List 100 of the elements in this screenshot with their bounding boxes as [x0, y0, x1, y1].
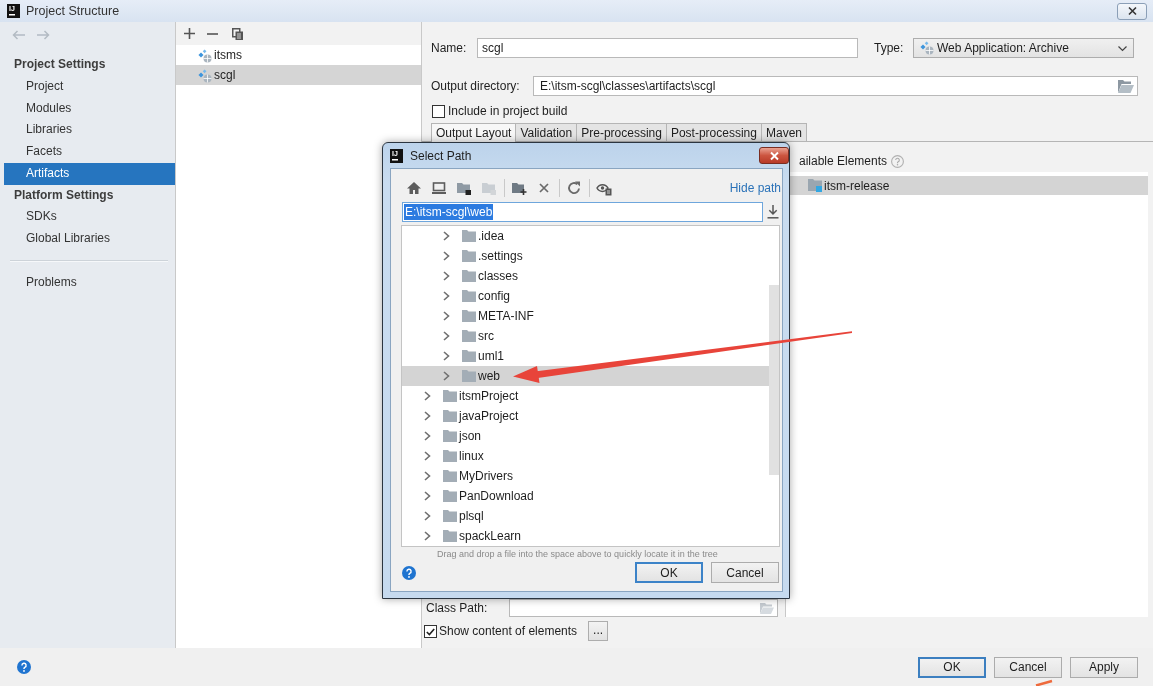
field-label: Output directory:	[431, 79, 521, 93]
tree-item[interactable]: plsql	[402, 506, 769, 526]
chevron-icon[interactable]	[443, 271, 450, 281]
checkbox[interactable]	[432, 104, 445, 118]
folder-icon	[462, 250, 476, 262]
close-icon	[1127, 7, 1137, 15]
chevron-icon[interactable]	[424, 531, 431, 541]
folder-icon	[443, 430, 457, 442]
sidebar-item[interactable]: Libraries	[4, 119, 175, 141]
tree-item[interactable]: .idea	[402, 226, 769, 246]
diamond-globe-icon	[920, 41, 934, 55]
folder-icon	[462, 370, 476, 382]
help-icon[interactable]	[17, 660, 31, 674]
ok-button[interactable]: OK	[635, 562, 703, 583]
tree-item[interactable]: .settings	[402, 246, 769, 266]
sidebar-item[interactable]: Artifacts	[4, 162, 175, 185]
folder-icon	[462, 310, 476, 322]
output-directory-field[interactable]: E:\itsm-scgl\classes\artifacts\scgl	[533, 76, 1138, 96]
folder-icon	[462, 290, 476, 302]
folder-icon	[443, 510, 457, 522]
chevron-icon[interactable]	[443, 311, 450, 321]
folder-icon	[808, 179, 822, 192]
monitor-icon[interactable]	[431, 180, 447, 196]
chevron-icon[interactable]	[443, 231, 450, 241]
cancel-button[interactable]: Cancel	[994, 656, 1062, 678]
chevron-icon[interactable]	[424, 511, 431, 521]
chevron-icon[interactable]	[443, 291, 450, 301]
tree-item[interactable]: javaProject	[402, 406, 769, 426]
tab[interactable]: Pre-processing	[576, 123, 667, 141]
close-button[interactable]	[1117, 2, 1147, 20]
chevron-icon[interactable]	[443, 331, 450, 341]
chevron-icon[interactable]	[424, 391, 431, 401]
new-folder-icon[interactable]	[511, 180, 527, 196]
folder-icon	[443, 530, 457, 542]
more-button[interactable]: ...	[588, 621, 609, 641]
artifact-item[interactable]: scgl	[176, 65, 421, 85]
checkbox[interactable]	[424, 625, 437, 638]
tree-item[interactable]: META-INF	[402, 306, 769, 326]
home-icon[interactable]	[406, 180, 422, 196]
checkbox-label: Include in project build	[448, 104, 568, 118]
sidebar-item[interactable]: Facets	[4, 141, 175, 163]
folder-icon	[462, 350, 476, 362]
tree-item[interactable]: config	[402, 286, 769, 306]
tree-item[interactable]: classes	[402, 266, 769, 286]
folder-icon	[443, 410, 457, 422]
hint-text: Drag and drop a file into the space above to quickly locate it in the tree	[436, 548, 719, 560]
tab[interactable]: Maven	[760, 123, 807, 141]
tree-item[interactable]: spackLearn	[402, 526, 769, 546]
tab[interactable]: Validation	[515, 123, 578, 141]
field-label: Class Path:	[426, 601, 489, 615]
tree-item[interactable]: PanDownload	[402, 486, 769, 506]
chevron-icon[interactable]	[443, 351, 450, 361]
add-icon[interactable]	[184, 28, 195, 39]
dialog-title: Select Path	[410, 148, 472, 163]
folder-icon[interactable]	[456, 180, 472, 196]
tree-item[interactable]: src	[402, 326, 769, 346]
name-field[interactable]: scgl	[477, 38, 858, 58]
folder-icon	[443, 490, 457, 502]
diamond-globe-icon	[198, 68, 211, 82]
help-icon[interactable]	[402, 565, 416, 580]
cancel-button[interactable]: Cancel	[711, 562, 779, 583]
chevron-icon[interactable]	[424, 411, 431, 421]
tab[interactable]: Output Layout	[431, 123, 517, 142]
download-icon[interactable]	[767, 205, 779, 219]
chevron-icon[interactable]	[424, 491, 431, 501]
chevron-icon[interactable]	[424, 471, 431, 481]
scrollbar-thumb[interactable]	[769, 285, 779, 475]
chevron-icon[interactable]	[424, 431, 431, 441]
sidebar-item[interactable]: Problems	[4, 271, 175, 294]
field-label: Name:	[431, 41, 468, 55]
refresh-icon[interactable]	[566, 180, 582, 196]
tree-item[interactable]: itsmProject	[402, 386, 769, 406]
close-button[interactable]	[759, 147, 789, 164]
apply-button[interactable]: Apply	[1070, 656, 1138, 678]
tree-item[interactable]: uml1	[402, 346, 769, 366]
tab[interactable]: Post-processing	[665, 123, 762, 141]
remove-icon[interactable]	[207, 32, 218, 35]
checkbox-label: Show content of elements	[439, 623, 578, 640]
annotation-stroke	[1035, 679, 1053, 686]
hide-path-link[interactable]: Hide path	[729, 181, 781, 195]
sidebar-item[interactable]: Project	[4, 75, 175, 98]
artifact-item[interactable]: itsms	[176, 45, 421, 65]
type-dropdown[interactable]: Web Application: Archive	[913, 38, 1134, 58]
chevron-icon[interactable]	[424, 451, 431, 461]
tree-item[interactable]: linux	[402, 446, 769, 466]
sidebar-item[interactable]: SDKs	[4, 206, 175, 228]
sidebar-item[interactable]: Global Libraries	[4, 228, 175, 250]
tree-item[interactable]: json	[402, 426, 769, 446]
sidebar-item[interactable]: Modules	[4, 97, 175, 120]
tree-item[interactable]: web	[402, 366, 769, 386]
folder-icon	[443, 390, 457, 402]
copy-icon[interactable]	[232, 27, 243, 40]
ok-button[interactable]: OK	[918, 656, 986, 678]
chevron-icon[interactable]	[443, 251, 450, 261]
tree-item[interactable]: MyDrivers	[402, 466, 769, 486]
folder-icon	[462, 230, 476, 242]
class-path-field[interactable]	[509, 599, 778, 617]
path-field[interactable]: E:\itsm-scgl\web	[402, 202, 763, 222]
chevron-icon[interactable]	[443, 371, 450, 381]
section-heading: Project Settings	[13, 56, 107, 73]
